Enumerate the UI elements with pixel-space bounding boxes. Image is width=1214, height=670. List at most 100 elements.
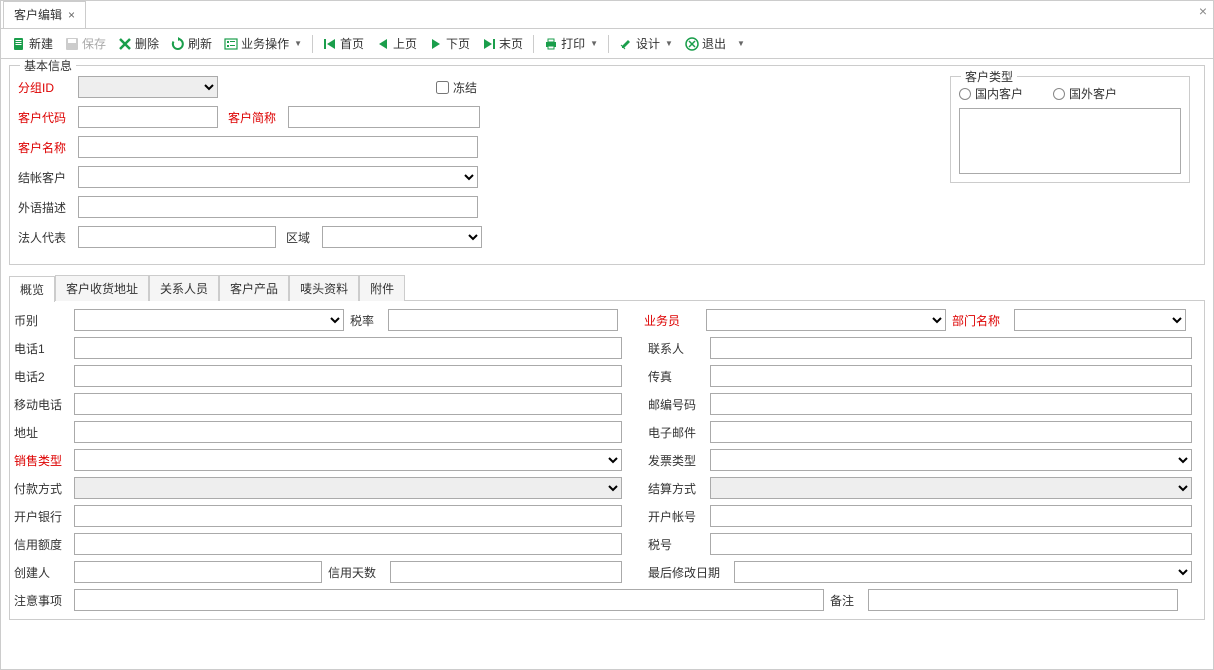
pay-method-select[interactable] [74,477,622,499]
credit-limit-label: 信用额度 [14,536,68,553]
print-label: 打印 [561,35,585,52]
design-button[interactable]: 设计 ▼ [614,32,678,56]
tab-attach[interactable]: 附件 [359,275,405,301]
credit-limit-input[interactable] [74,533,622,555]
address-input[interactable] [74,421,622,443]
first-icon [323,37,337,51]
phone1-label: 电话1 [14,340,68,357]
tab-products[interactable]: 客户产品 [219,275,289,301]
legal-rep-input[interactable] [78,226,276,248]
domestic-radio[interactable]: 国内客户 [959,85,1023,102]
delete-button[interactable]: 删除 [113,32,164,56]
save-label: 保存 [82,35,106,52]
foreign-desc-input[interactable] [78,196,478,218]
next-button[interactable]: 下页 [424,32,475,56]
chevron-down-icon: ▼ [294,39,302,48]
tab-bar: 客户编辑 × × [1,1,1213,29]
mobile-input[interactable] [74,393,622,415]
cust-code-label: 客户代码 [18,109,74,126]
chevron-down-icon: ▼ [590,39,598,48]
chevron-down-icon: ▼ [665,39,673,48]
bizop-icon [224,37,238,51]
phone1-input[interactable] [74,337,622,359]
bizop-button[interactable]: 业务操作 ▼ [219,32,307,56]
phone2-input[interactable] [74,365,622,387]
tab-ship-addr[interactable]: 客户收货地址 [55,275,149,301]
account-input[interactable] [710,505,1192,527]
currency-select[interactable] [74,309,344,331]
cust-short-input[interactable] [288,106,480,128]
window-close-icon[interactable]: × [1199,3,1207,19]
first-button[interactable]: 首页 [318,32,369,56]
phone2-label: 电话2 [14,368,68,385]
last-mod-date-label: 最后修改日期 [648,564,728,581]
exit-label: 退出 [702,35,726,52]
tab-mark-info[interactable]: 唛头资料 [289,275,359,301]
prev-button[interactable]: 上页 [371,32,422,56]
frozen-checkbox-input[interactable] [436,81,449,94]
print-button[interactable]: 打印 ▼ [539,32,603,56]
postcode-label: 邮编号码 [648,396,704,413]
bank-input[interactable] [74,505,622,527]
radio-icon [1053,88,1065,100]
last-icon [482,37,496,51]
new-button[interactable]: 新建 [7,32,58,56]
cust-name-input[interactable] [78,136,478,158]
frozen-checkbox[interactable]: 冻结 [436,79,477,96]
new-icon [12,37,26,51]
invoice-type-select[interactable] [710,449,1192,471]
email-input[interactable] [710,421,1192,443]
address-label: 地址 [14,424,68,441]
refresh-label: 刷新 [188,35,212,52]
last-button[interactable]: 末页 [477,32,528,56]
prev-label: 上页 [393,35,417,52]
salesman-select[interactable] [706,309,946,331]
postcode-input[interactable] [710,393,1192,415]
customer-type-group: 客户类型 国内客户 国外客户 [950,76,1190,183]
domestic-label: 国内客户 [975,85,1023,102]
sub-tabs: 概览 客户收货地址 关系人员 客户产品 唛头资料 附件 [9,275,1205,301]
bill-cust-label: 结帐客户 [18,169,74,186]
settle-method-label: 结算方式 [648,480,704,497]
foreign-desc-label: 外语描述 [18,199,74,216]
tax-rate-input[interactable] [388,309,618,331]
fax-input[interactable] [710,365,1192,387]
window: 客户编辑 × × 新建 保存 删除 刷新 业务操作 ▼ 首页 [0,0,1214,670]
tab-contacts[interactable]: 关系人员 [149,275,219,301]
exit-button[interactable]: 退出 [680,32,731,56]
refresh-button[interactable]: 刷新 [166,32,217,56]
legal-rep-label: 法人代表 [18,229,74,246]
region-select[interactable] [322,226,482,248]
bill-cust-select[interactable] [78,166,478,188]
last-mod-date-select[interactable] [734,561,1192,583]
cust-code-input[interactable] [78,106,218,128]
credit-days-input[interactable] [390,561,622,583]
remark-label: 备注 [830,592,862,609]
dept-name-select[interactable] [1014,309,1186,331]
design-label: 设计 [636,35,660,52]
cust-name-label: 客户名称 [18,139,74,156]
next-label: 下页 [446,35,470,52]
contact-input[interactable] [710,337,1192,359]
exit-icon [685,37,699,51]
creator-input[interactable] [74,561,322,583]
basic-info-fieldset: 基本信息 分组ID 冻结 客户代码 客户简称 客户名称 [9,65,1205,265]
invoice-type-label: 发票类型 [648,452,704,469]
sales-type-label: 销售类型 [14,452,68,469]
save-icon [65,37,79,51]
remark-input[interactable] [868,589,1178,611]
tab-customer-edit[interactable]: 客户编辑 × [3,1,86,28]
notes-input[interactable] [74,589,824,611]
pay-method-label: 付款方式 [14,480,68,497]
group-id-select[interactable] [78,76,218,98]
close-icon[interactable]: × [68,2,75,29]
chevron-down-icon: ▼ [737,39,745,48]
region-label: 区域 [286,229,318,246]
credit-days-label: 信用天数 [328,564,384,581]
sales-type-select[interactable] [74,449,622,471]
tax-no-input[interactable] [710,533,1192,555]
settle-method-select[interactable] [710,477,1192,499]
tab-overview[interactable]: 概览 [9,276,55,302]
foreign-radio[interactable]: 国外客户 [1053,85,1117,102]
customer-type-legend: 客户类型 [961,68,1017,85]
